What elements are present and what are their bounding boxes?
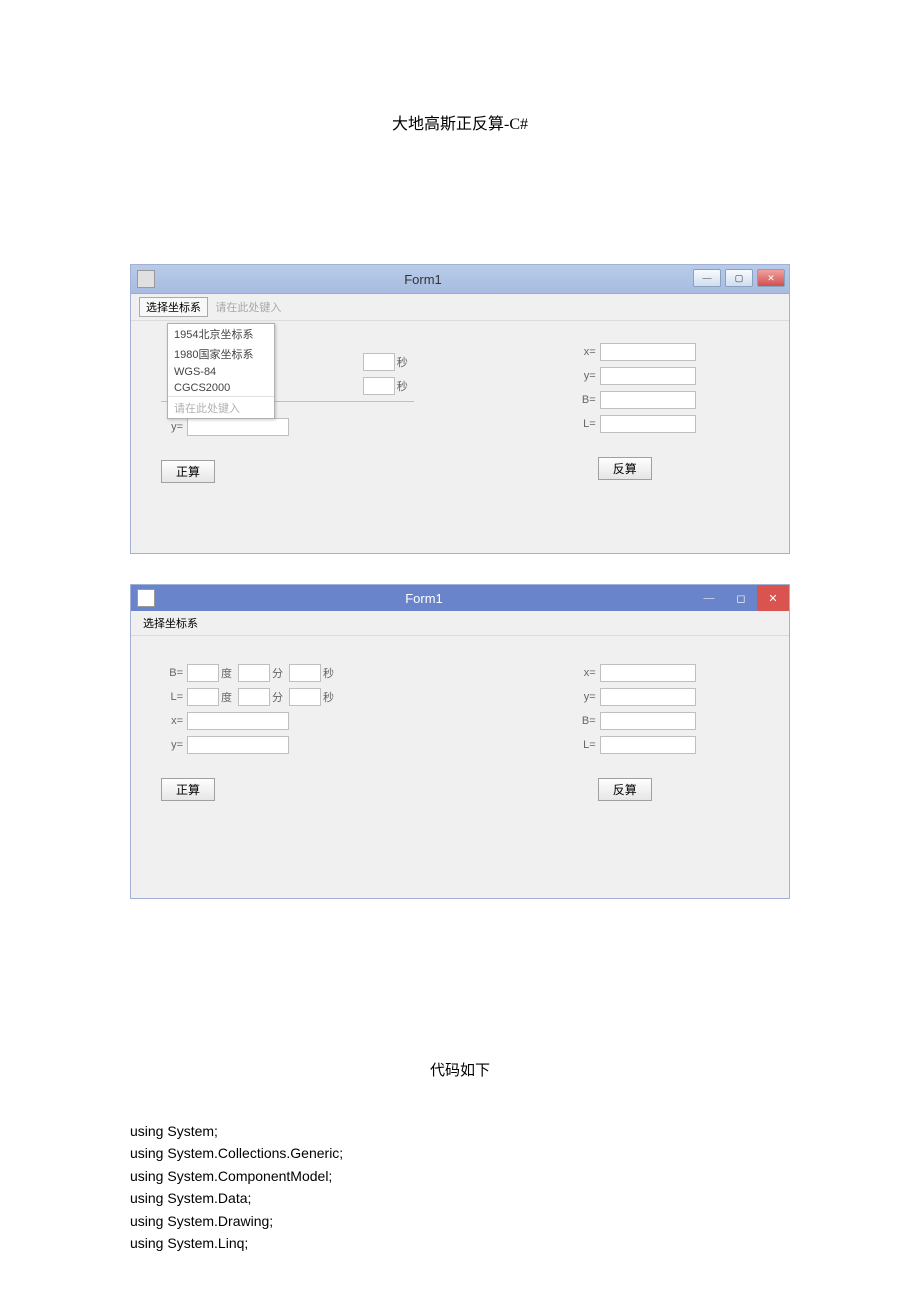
client-area: B= 度 分 秒 L= 度 分 xyxy=(131,636,789,898)
inverse-calc-button[interactable]: 反算 xyxy=(598,457,652,480)
app-icon xyxy=(137,270,155,288)
minimize-button[interactable]: — xyxy=(693,269,721,287)
unit-deg: 度 xyxy=(221,689,232,705)
window-controls: — ◻ ✕ xyxy=(693,585,789,611)
unit-sec: 秒 xyxy=(323,665,334,681)
crs-option-wgs84[interactable]: WGS-84 xyxy=(168,364,274,380)
L-min-input[interactable] xyxy=(238,688,270,706)
forward-calc-button[interactable]: 正算 xyxy=(161,778,215,801)
crs-option-1954[interactable]: 1954北京坐标系 xyxy=(168,324,274,344)
L-sec-input[interactable] xyxy=(289,688,321,706)
code-line: using System.Data; xyxy=(130,1187,790,1209)
menu-select-crs[interactable]: 选择坐标系 xyxy=(139,297,208,317)
L-output[interactable] xyxy=(600,736,696,754)
label-y: y= xyxy=(161,421,183,433)
unit-min: 分 xyxy=(272,689,283,705)
menubar: 选择坐标系 xyxy=(131,611,789,636)
document-title: 大地高斯正反算-C# xyxy=(130,110,790,134)
crs-option-edit[interactable]: 请在此处键入 xyxy=(168,396,274,418)
B-output[interactable] xyxy=(600,712,696,730)
inverse-calc-button[interactable]: 反算 xyxy=(598,778,652,801)
L-output[interactable] xyxy=(600,415,696,433)
minimize-button[interactable]: — xyxy=(693,585,725,611)
client-area: 1954北京坐标系 1980国家坐标系 WGS-84 CGCS2000 请在此处… xyxy=(131,321,789,553)
crs-option-cgcs2000[interactable]: CGCS2000 xyxy=(168,380,274,396)
maximize-button[interactable]: ▢ xyxy=(725,269,753,287)
maximize-button[interactable]: ◻ xyxy=(725,585,757,611)
label-B: B= xyxy=(574,715,596,727)
y-output[interactable] xyxy=(600,688,696,706)
label-L: L= xyxy=(574,418,596,430)
unit-seconds: 秒 xyxy=(397,354,408,370)
window-title: Form1 xyxy=(155,272,691,287)
b-seconds-input[interactable] xyxy=(363,353,395,371)
l-seconds-input[interactable] xyxy=(363,377,395,395)
B-output[interactable] xyxy=(600,391,696,409)
menubar: 选择坐标系 请在此处键入 xyxy=(131,294,789,321)
titlebar[interactable]: Form1 — ▢ ✕ xyxy=(131,265,789,294)
titlebar[interactable]: Form1 — ◻ ✕ xyxy=(131,585,789,611)
L-deg-input[interactable] xyxy=(187,688,219,706)
B-sec-input[interactable] xyxy=(289,664,321,682)
x-output[interactable] xyxy=(600,664,696,682)
unit-sec: 秒 xyxy=(323,689,334,705)
B-min-input[interactable] xyxy=(238,664,270,682)
menu-hint: 请在此处键入 xyxy=(215,302,281,314)
label-y: y= xyxy=(574,370,596,382)
y-input[interactable] xyxy=(187,736,289,754)
code-line: using System.ComponentModel; xyxy=(130,1165,790,1187)
code-line: using System.Linq; xyxy=(130,1232,790,1254)
window-controls: — ▢ ✕ xyxy=(691,265,789,293)
code-block: using System; using System.Collections.G… xyxy=(130,1120,790,1254)
code-line: using System.Collections.Generic; xyxy=(130,1142,790,1164)
code-heading: 代码如下 xyxy=(130,1059,790,1080)
y-input[interactable] xyxy=(187,418,289,436)
crs-dropdown: 1954北京坐标系 1980国家坐标系 WGS-84 CGCS2000 请在此处… xyxy=(167,323,275,419)
label-y: y= xyxy=(161,739,183,751)
window-form1-default: Form1 — ◻ ✕ 选择坐标系 B= 度 分 xyxy=(130,584,790,899)
forward-calc-button[interactable]: 正算 xyxy=(161,460,215,483)
app-icon xyxy=(137,589,155,607)
unit-seconds: 秒 xyxy=(397,378,408,394)
label-x: x= xyxy=(574,346,596,358)
close-button[interactable]: ✕ xyxy=(757,585,789,611)
label-B: B= xyxy=(161,667,183,679)
crs-option-1980[interactable]: 1980国家坐标系 xyxy=(168,344,274,364)
window-title: Form1 xyxy=(155,591,693,606)
x-output[interactable] xyxy=(600,343,696,361)
B-deg-input[interactable] xyxy=(187,664,219,682)
code-line: using System; xyxy=(130,1120,790,1142)
label-y: y= xyxy=(574,691,596,703)
x-input[interactable] xyxy=(187,712,289,730)
unit-min: 分 xyxy=(272,665,283,681)
close-button[interactable]: ✕ xyxy=(757,269,785,287)
label-B: B= xyxy=(574,394,596,406)
window-form1-dropdown-open: Form1 — ▢ ✕ 选择坐标系 请在此处键入 1954北京坐标系 1980国… xyxy=(130,264,790,554)
label-L: L= xyxy=(161,691,183,703)
label-x: x= xyxy=(574,667,596,679)
menu-select-crs[interactable]: 选择坐标系 xyxy=(139,614,202,632)
label-L: L= xyxy=(574,739,596,751)
y-output[interactable] xyxy=(600,367,696,385)
label-x: x= xyxy=(161,715,183,727)
unit-deg: 度 xyxy=(221,665,232,681)
code-line: using System.Drawing; xyxy=(130,1210,790,1232)
